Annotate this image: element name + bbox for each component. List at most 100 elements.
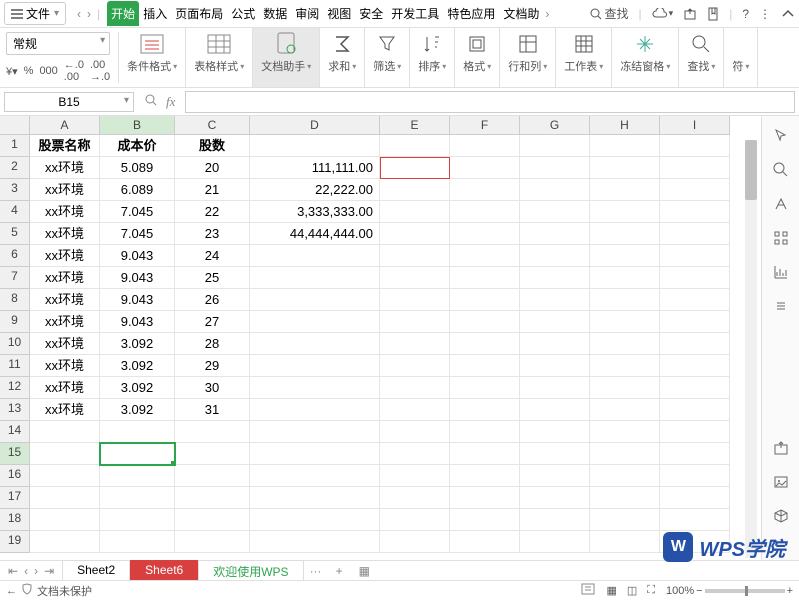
row-header[interactable]: 9 <box>0 311 30 333</box>
col-header[interactable]: E <box>380 116 450 135</box>
ribbon-rowcol-button[interactable]: 行和列▾ <box>500 28 556 87</box>
image-icon[interactable] <box>771 472 791 492</box>
cell[interactable] <box>520 465 590 487</box>
cell[interactable]: 成本价 <box>100 135 175 157</box>
cell[interactable] <box>380 267 450 289</box>
cell[interactable] <box>450 377 520 399</box>
cell[interactable] <box>100 421 175 443</box>
number-format-dropdown[interactable]: 常规 <box>6 32 110 55</box>
cell[interactable]: xx环境 <box>30 333 100 355</box>
ribbon-freeze-button[interactable]: 冻结窗格▾ <box>612 28 679 87</box>
cell[interactable] <box>250 355 380 377</box>
row-header[interactable]: 2 <box>0 157 30 179</box>
help-icon[interactable]: ? <box>742 7 749 21</box>
cell[interactable] <box>590 223 660 245</box>
cell[interactable] <box>660 443 730 465</box>
cell[interactable] <box>590 267 660 289</box>
cell[interactable]: xx环境 <box>30 267 100 289</box>
cell[interactable] <box>590 509 660 531</box>
cell[interactable] <box>250 245 380 267</box>
cell[interactable] <box>30 465 100 487</box>
more-icon[interactable]: ⋮ <box>759 7 771 21</box>
row-header[interactable]: 4 <box>0 201 30 223</box>
row-header[interactable]: 5 <box>0 223 30 245</box>
cell[interactable] <box>590 421 660 443</box>
cell[interactable] <box>520 135 590 157</box>
ribbon-sheet-button[interactable]: 工作表▾ <box>556 28 612 87</box>
cursor-icon[interactable] <box>771 126 791 146</box>
row-header[interactable]: 19 <box>0 531 30 553</box>
cell[interactable] <box>30 443 100 465</box>
cell[interactable]: 9.043 <box>100 245 175 267</box>
row-header[interactable]: 15 <box>0 443 30 465</box>
cell[interactable] <box>250 421 380 443</box>
row-header[interactable]: 10 <box>0 333 30 355</box>
chart-icon[interactable] <box>771 262 791 282</box>
cell[interactable] <box>520 487 590 509</box>
cell[interactable] <box>450 267 520 289</box>
text-tool-icon[interactable] <box>771 194 791 214</box>
cell[interactable] <box>660 421 730 443</box>
cell[interactable]: 5.089 <box>100 157 175 179</box>
cell[interactable] <box>380 487 450 509</box>
ribbon-tab[interactable]: 数据 <box>259 1 291 26</box>
row-header[interactable]: 14 <box>0 421 30 443</box>
cell[interactable] <box>520 377 590 399</box>
cell[interactable] <box>450 135 520 157</box>
cell[interactable]: 27 <box>175 311 250 333</box>
cell[interactable] <box>590 179 660 201</box>
cell[interactable] <box>520 245 590 267</box>
cell[interactable] <box>380 399 450 421</box>
fx-icon[interactable]: fx <box>166 94 175 110</box>
ribbon-cond-button[interactable]: 条件格式▾ <box>119 28 186 87</box>
ribbon-more-button[interactable]: 符▾ <box>724 28 758 87</box>
cell[interactable] <box>250 267 380 289</box>
cell[interactable]: xx环境 <box>30 289 100 311</box>
cell[interactable]: 22 <box>175 201 250 223</box>
cell[interactable] <box>450 465 520 487</box>
cell[interactable]: 6.089 <box>100 179 175 201</box>
cell[interactable]: 21 <box>175 179 250 201</box>
cell[interactable] <box>450 333 520 355</box>
cell[interactable] <box>590 399 660 421</box>
cell[interactable] <box>590 377 660 399</box>
cell[interactable]: 9.043 <box>100 311 175 333</box>
cell[interactable] <box>520 157 590 179</box>
cell[interactable] <box>660 135 730 157</box>
cell[interactable]: 7.045 <box>100 223 175 245</box>
formula-input[interactable] <box>185 91 795 113</box>
cell[interactable] <box>590 443 660 465</box>
cell[interactable] <box>250 399 380 421</box>
back-icon[interactable]: ← <box>6 585 17 597</box>
cell[interactable] <box>380 421 450 443</box>
cell[interactable]: 28 <box>175 333 250 355</box>
cell[interactable] <box>520 421 590 443</box>
cell[interactable] <box>590 289 660 311</box>
file-menu-button[interactable]: 文件 ▾ <box>4 2 66 25</box>
cell[interactable] <box>30 509 100 531</box>
cell[interactable] <box>590 465 660 487</box>
cell[interactable] <box>450 399 520 421</box>
fullscreen-icon[interactable]: ⛶ <box>644 584 658 597</box>
search-fx-icon[interactable] <box>144 93 158 110</box>
row-header[interactable]: 18 <box>0 509 30 531</box>
cell[interactable] <box>175 531 250 553</box>
cell[interactable] <box>30 531 100 553</box>
cell[interactable] <box>250 487 380 509</box>
cell[interactable] <box>520 509 590 531</box>
cell[interactable] <box>520 333 590 355</box>
cell[interactable] <box>450 223 520 245</box>
cell[interactable]: 29 <box>175 355 250 377</box>
cell[interactable]: xx环境 <box>30 201 100 223</box>
first-sheet-icon[interactable]: ⇤ <box>8 564 18 578</box>
row-header[interactable]: 7 <box>0 267 30 289</box>
sheet-tabs-more[interactable]: ··· <box>304 564 328 578</box>
cell[interactable] <box>380 531 450 553</box>
cube-icon[interactable] <box>771 506 791 526</box>
cell[interactable] <box>590 333 660 355</box>
ribbon-tab[interactable]: 特色应用 <box>443 1 499 26</box>
row-header[interactable]: 16 <box>0 465 30 487</box>
ribbon-filter-button[interactable]: 筛选▾ <box>365 28 410 87</box>
cell[interactable] <box>380 509 450 531</box>
cell[interactable]: 7.045 <box>100 201 175 223</box>
